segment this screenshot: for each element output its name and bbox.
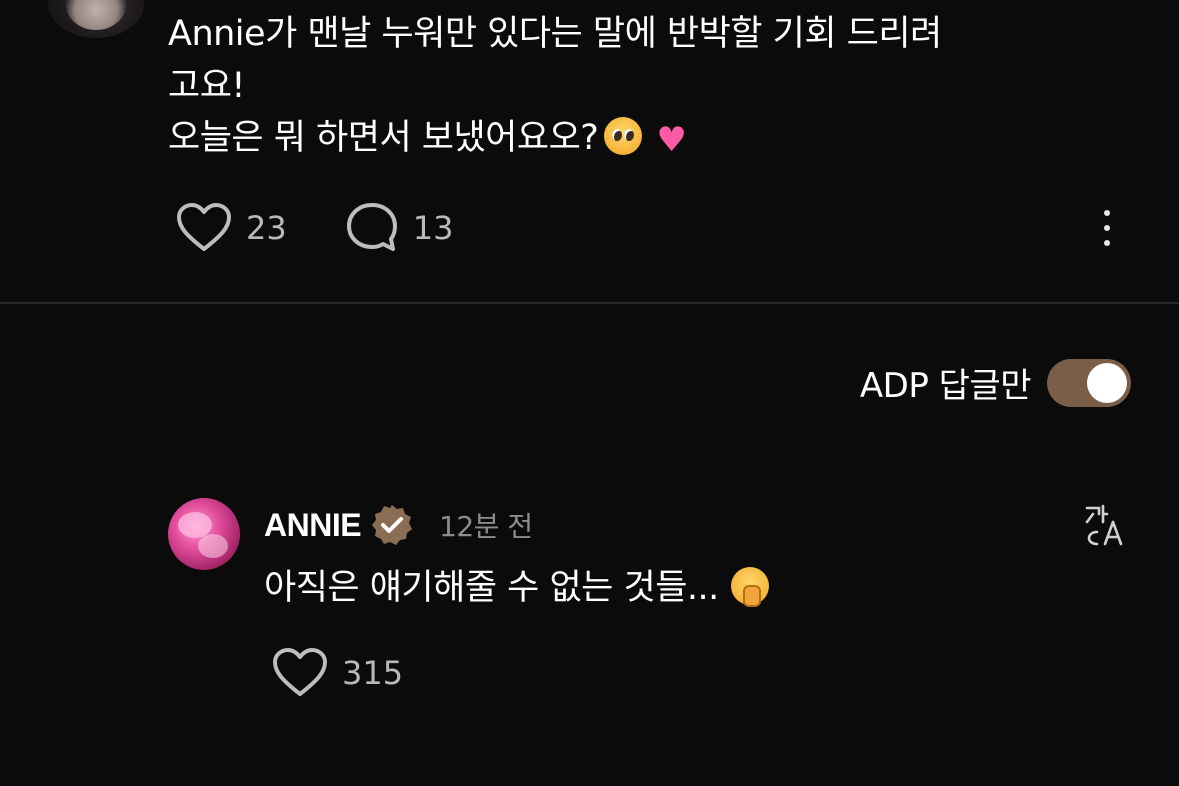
comment-count: 13 [412,209,454,247]
post-text-line: 오늘은 뭐 하면서 보냈어요오? ♥ [168,112,1028,166]
vertical-ellipsis-icon-dot [1104,225,1110,231]
replies-filter: ADP 답글만 [860,358,1131,407]
heart-outline-icon [273,648,327,696]
post-text-line: 고요! [168,66,245,106]
avatar-image [198,534,228,558]
post-text-line: Annie가 맨날 누워만 있다는 말에 반박할 기회 드리려 [168,14,942,54]
shushing-face-emoji [730,567,769,607]
reply-author-name[interactable]: ANNIE [264,507,362,544]
heart-outline-icon [177,203,231,251]
pleading-face-emoji [604,117,643,155]
thread-page: Annie가 맨날 누워만 있다는 말에 반박할 기회 드리려 고요! 오늘은 … [0,0,1179,786]
like-count: 23 [246,209,287,247]
avatar-image [66,0,126,30]
speech-bubble-icon [346,203,397,251]
more-options-button[interactable] [1097,210,1117,246]
reply-text: 아직은 얘기해줄 수 없는 것들... [264,568,719,608]
vertical-ellipsis-icon-dot [1104,240,1110,246]
reply-author-avatar[interactable] [168,498,240,570]
like-button[interactable]: 23 [176,203,287,253]
translate-button[interactable] [1083,502,1127,546]
reply-like-count: 315 [342,654,404,692]
section-divider [0,302,1179,304]
post-actions: 23 13 [176,200,453,256]
reply-header: ANNIE 12분 전 [264,500,533,550]
reply-like-button[interactable]: 315 [272,648,403,698]
reply-timestamp: 12분 전 [439,510,533,543]
translate-icon [1085,504,1123,546]
growing-heart-emoji: ♥ [656,120,687,160]
verified-badge-icon [372,505,413,545]
comment-button[interactable]: 13 [345,201,454,255]
vertical-ellipsis-icon-dot [1104,210,1110,216]
toggle-knob [1087,362,1127,403]
filter-toggle[interactable] [1047,358,1131,407]
reply-body: 아직은 얘기해줄 수 없는 것들... [264,560,769,616]
post-author-avatar[interactable] [48,0,144,38]
post-text-segment: 오늘은 뭐 하면서 보냈어요오? [168,118,599,158]
post-body: Annie가 맨날 누워만 있다는 말에 반박할 기회 드리려 고요! 오늘은 … [168,8,1028,166]
filter-label: ADP 답글만 [859,366,1032,406]
